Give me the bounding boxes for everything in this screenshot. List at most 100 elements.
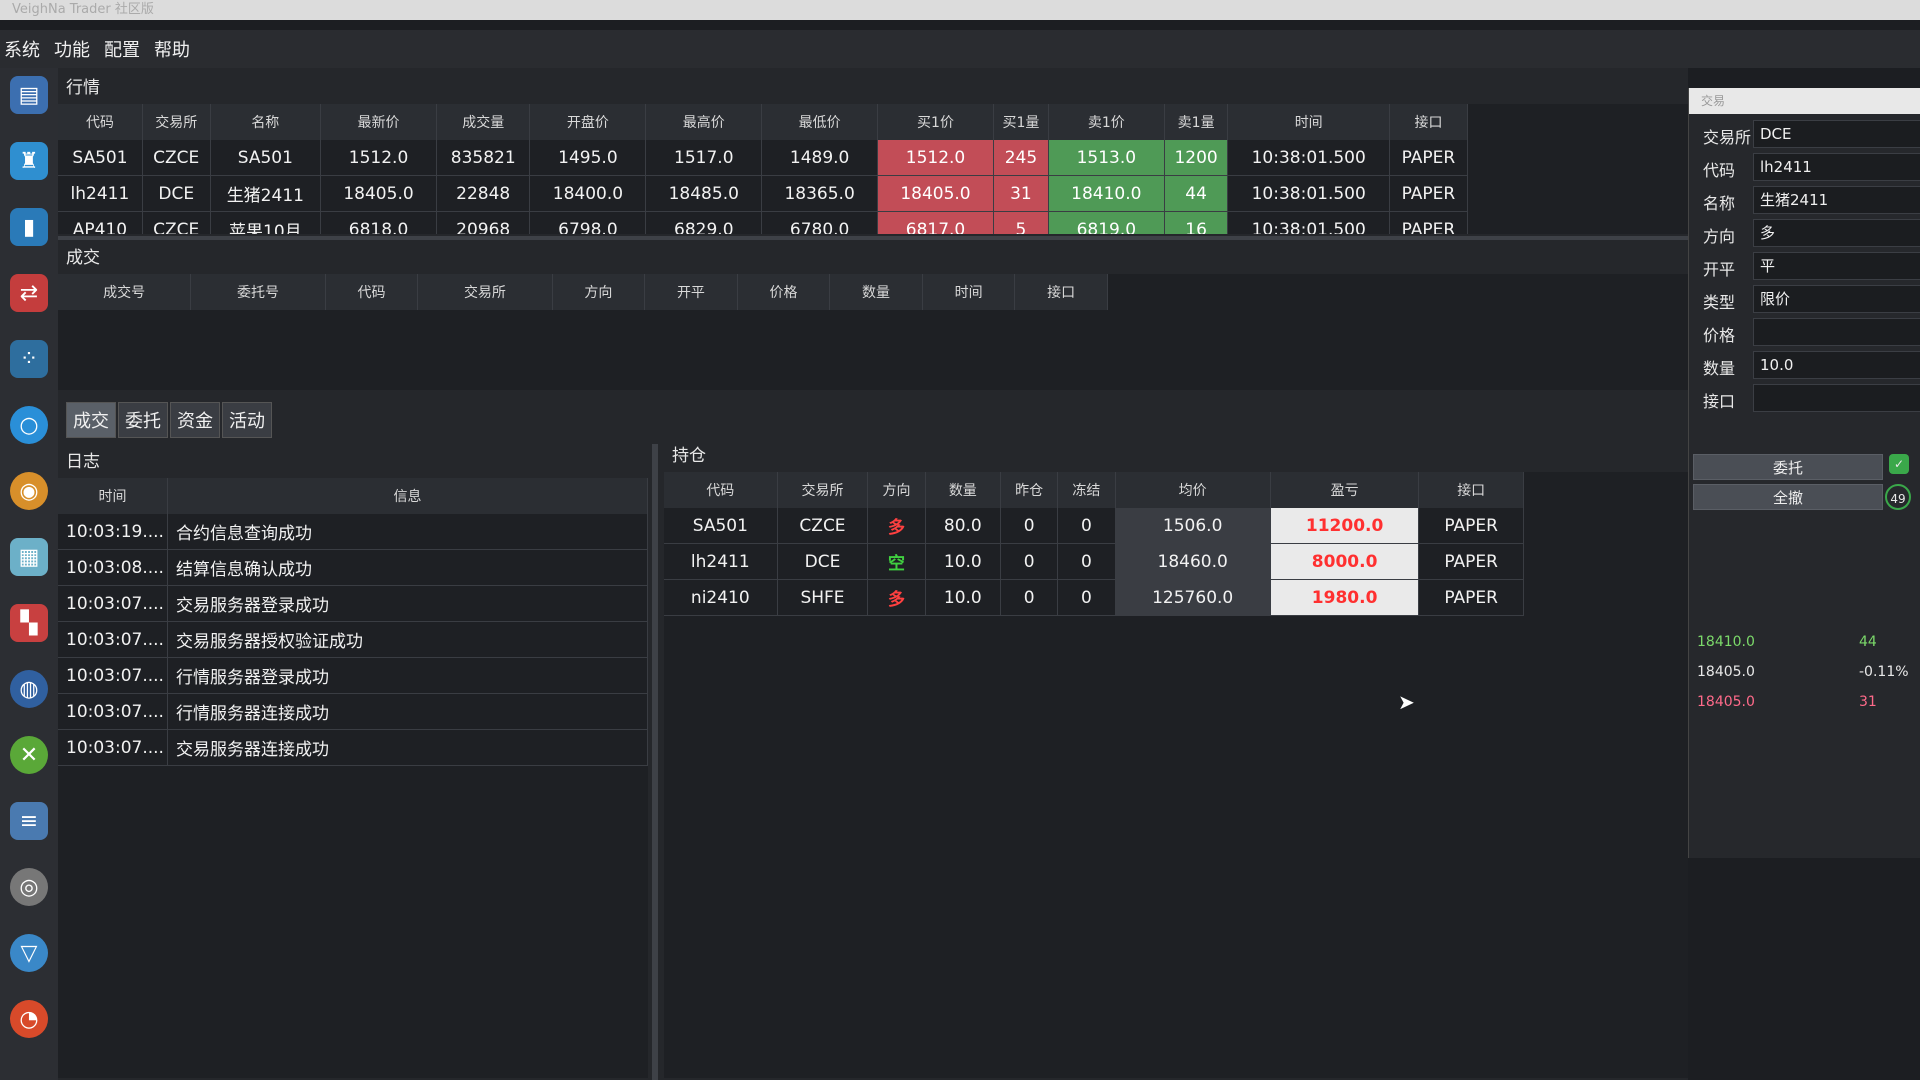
position-cell: 0 [1000, 508, 1059, 544]
log-row[interactable]: 10:03:07.... 行情服务器登录成功 [58, 657, 648, 694]
position-col-header[interactable]: 接口 [1418, 472, 1524, 508]
position-col-header[interactable]: 交易所 [777, 472, 869, 508]
position-col-header[interactable]: 均价 [1115, 472, 1271, 508]
blocks-app-icon[interactable]: ▚ [10, 604, 48, 642]
position-cell: 11200.0 [1270, 508, 1420, 544]
position-cell: 10.0 [925, 543, 1002, 580]
chart-app-icon[interactable]: ▮ [10, 208, 48, 246]
shield-app-icon[interactable]: ▽ [10, 934, 48, 972]
market-col-header[interactable]: 接口 [1389, 104, 1469, 140]
trades-col-header[interactable]: 交易所 [417, 274, 553, 310]
menu-help[interactable]: 帮助 [154, 36, 190, 62]
trade-field-input[interactable]: lh2411 [1753, 153, 1920, 181]
market-col-header[interactable]: 交易所 [142, 104, 211, 140]
market-row[interactable]: AP410 CZCE 苹果10月 6818.0 20968 6798.0 6829.0 678… [58, 211, 1469, 234]
trade-field-input[interactable]: 限价 [1753, 285, 1920, 313]
position-row[interactable]: lh2411 DCE 空 10.0 0 0 18460.0 8000.0 PAPER [664, 543, 1524, 580]
splitter-vertical[interactable] [652, 444, 658, 1080]
menu-system[interactable]: 系统 [4, 36, 40, 62]
position-row[interactable]: SA501 CZCE 多 80.0 0 0 1506.0 11200.0 PAPER [664, 508, 1524, 544]
trades-col-header[interactable]: 价格 [737, 274, 831, 310]
market-col-header[interactable]: 买1价 [877, 104, 994, 140]
app-icon-2[interactable]: ♜ [10, 142, 48, 180]
circle-app-icon[interactable]: ○ [10, 406, 48, 444]
log-message-cell: 行情服务器登录成功 [167, 657, 648, 694]
log-time-cell: 10:03:08.... [58, 549, 168, 586]
trade-panel-title: 交易 [1689, 88, 1920, 114]
market-row[interactable]: lh2411 DCE 生猪2411 18405.0 22848 18400.0 18485.… [58, 175, 1469, 212]
log-col-header[interactable]: 时间 [58, 478, 168, 514]
menu-config[interactable]: 配置 [104, 36, 140, 62]
tab-active[interactable]: 活动 [222, 402, 272, 438]
log-row[interactable]: 10:03:07.... 交易服务器连接成功 [58, 729, 648, 766]
market-col-header[interactable]: 名称 [210, 104, 322, 140]
market-col-header[interactable]: 买1量 [993, 104, 1049, 140]
position-row[interactable]: ni2410 SHFE 多 10.0 0 0 125760.0 1980.0 PAPER [664, 579, 1524, 616]
market-col-header[interactable]: 时间 [1227, 104, 1390, 140]
trades-col-header[interactable]: 成交号 [58, 274, 192, 310]
market-col-header[interactable]: 代码 [58, 104, 143, 140]
depth-price[interactable]: 18410.0 [1697, 634, 1755, 650]
trade-field-input[interactable] [1753, 384, 1920, 412]
market-col-header[interactable]: 最新价 [320, 104, 437, 140]
dots-app-icon[interactable]: ⁘ [10, 340, 48, 378]
market-cell: 生猪2411 [210, 175, 322, 212]
cancel-all-button[interactable]: 全撤 [1693, 484, 1883, 510]
trades-col-header[interactable]: 数量 [829, 274, 923, 310]
market-col-header[interactable]: 成交量 [436, 104, 531, 140]
send-order-button[interactable]: 委托 [1693, 454, 1883, 480]
disc-app-icon[interactable]: ◎ [10, 868, 48, 906]
position-cell: PAPER [1418, 543, 1524, 580]
trades-col-header[interactable]: 方向 [552, 274, 646, 310]
trades-col-header[interactable]: 开平 [644, 274, 738, 310]
tab-trades[interactable]: 成交 [66, 402, 116, 438]
market-col-header[interactable]: 最高价 [645, 104, 763, 140]
log-time-cell: 10:03:07.... [58, 729, 168, 766]
depth-price[interactable]: 18405.0 [1697, 664, 1755, 680]
trades-col-header[interactable]: 代码 [325, 274, 419, 310]
position-col-header[interactable]: 方向 [867, 472, 926, 508]
trade-field-input[interactable]: 平 [1753, 252, 1920, 280]
position-cell: SHFE [777, 579, 869, 616]
tab-orders[interactable]: 委托 [118, 402, 168, 438]
log-col-header[interactable]: 信息 [167, 478, 648, 514]
position-col-header[interactable]: 数量 [925, 472, 1002, 508]
tab-account[interactable]: 资金 [170, 402, 220, 438]
pie-app-icon[interactable]: ◔ [10, 1000, 48, 1038]
market-col-header[interactable]: 最低价 [761, 104, 879, 140]
x-app-icon[interactable]: ✕ [10, 736, 48, 774]
trades-col-header[interactable]: 时间 [922, 274, 1016, 310]
trade-field-input[interactable]: 生猪2411 [1753, 186, 1920, 214]
market-table: 代码 交易所 名称 最新价 成交量 开盘价 最高价 最低价 买1价 买1量 卖1价 卖1量 时间 接口 S… [58, 104, 1688, 234]
trade-field-input[interactable]: 多 [1753, 219, 1920, 247]
doc-app-icon[interactable]: ▦ [10, 538, 48, 576]
log-row[interactable]: 10:03:07.... 交易服务器授权验证成功 [58, 621, 648, 658]
log-row[interactable]: 10:03:08.... 结算信息确认成功 [58, 549, 648, 586]
trade-field-input[interactable]: 10.0 [1753, 351, 1920, 379]
database-app-icon[interactable]: ≡ [10, 802, 48, 840]
position-col-header[interactable]: 昨仓 [1000, 472, 1059, 508]
market-col-header[interactable]: 开盘价 [529, 104, 647, 140]
trades-col-header[interactable]: 接口 [1014, 274, 1108, 310]
position-col-header[interactable]: 冻结 [1057, 472, 1116, 508]
log-row[interactable]: 10:03:07.... 行情服务器连接成功 [58, 693, 648, 730]
globe-app-icon[interactable]: ◍ [10, 670, 48, 708]
log-message-cell: 合约信息查询成功 [167, 514, 648, 550]
market-col-header[interactable]: 卖1价 [1048, 104, 1165, 140]
position-col-header[interactable]: 盈亏 [1270, 472, 1420, 508]
trades-col-header[interactable]: 委托号 [190, 274, 326, 310]
splitter-top[interactable] [58, 236, 1688, 240]
app-icon-1[interactable]: ▤ [10, 76, 48, 114]
market-row[interactable]: SA501 CZCE SA501 1512.0 835821 1495.0 1517.0 14… [58, 140, 1469, 176]
market-col-header[interactable]: 卖1量 [1164, 104, 1229, 140]
menu-function[interactable]: 功能 [54, 36, 90, 62]
depth-price[interactable]: 18405.0 [1697, 694, 1755, 710]
swap-app-icon[interactable]: ⇄ [10, 274, 48, 312]
coin-app-icon[interactable]: ◉ [10, 472, 48, 510]
trade-field-input[interactable] [1753, 318, 1920, 346]
log-row[interactable]: 10:03:19.... 合约信息查询成功 [58, 514, 648, 550]
log-row[interactable]: 10:03:07.... 交易服务器登录成功 [58, 585, 648, 622]
trade-field-input[interactable]: DCE [1753, 120, 1920, 148]
position-col-header[interactable]: 代码 [664, 472, 778, 508]
market-cell: 18410.0 [1048, 175, 1165, 212]
